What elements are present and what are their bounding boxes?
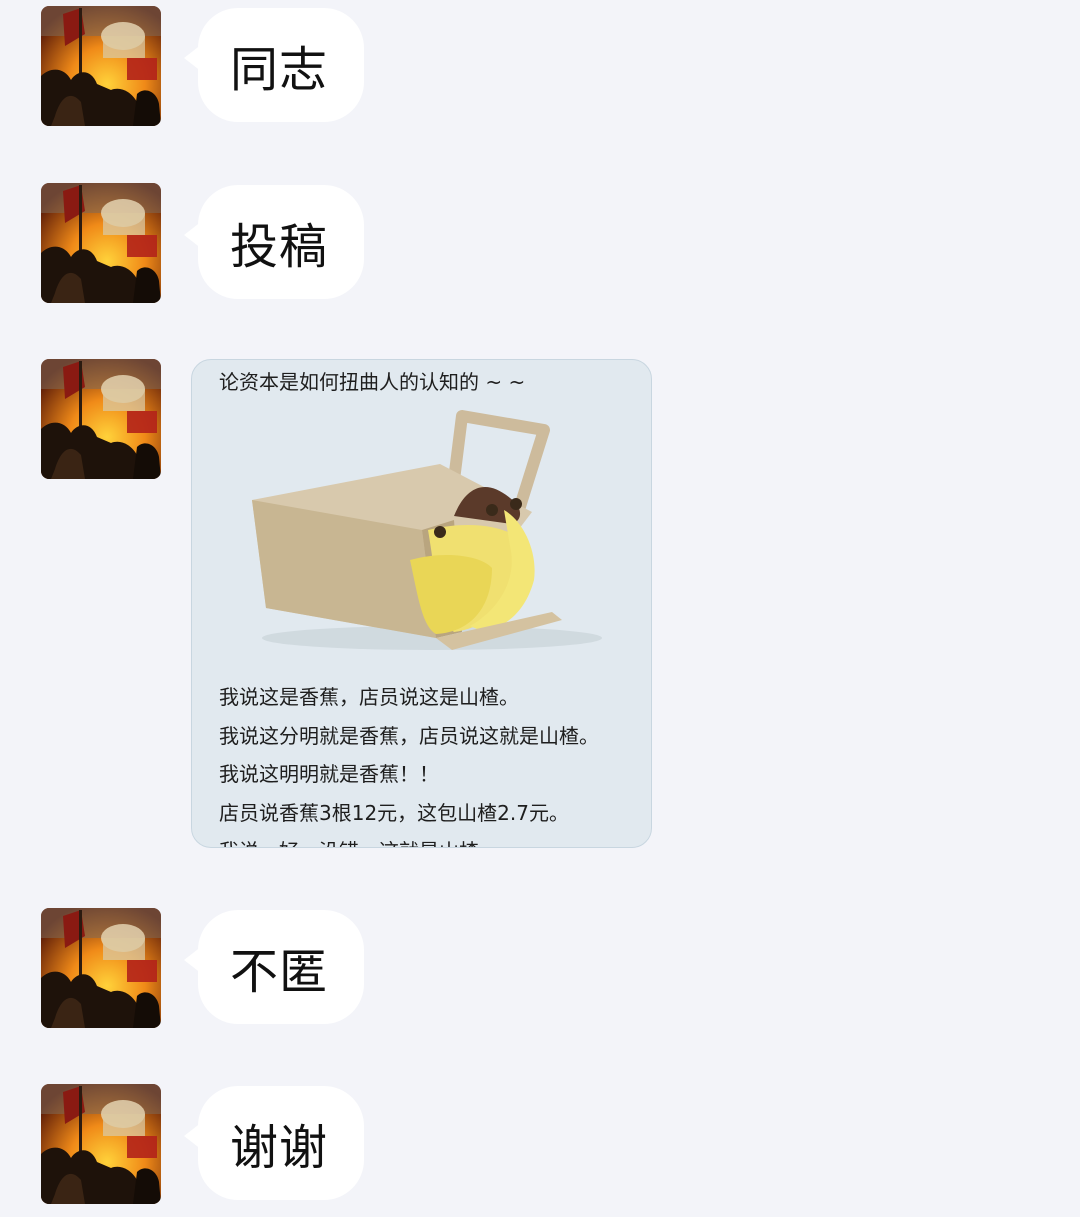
sender-avatar[interactable]	[41, 6, 161, 126]
message-bubble[interactable]: 同志	[184, 8, 364, 122]
sender-avatar[interactable]	[41, 908, 161, 1028]
message-text: 谢谢	[230, 1120, 329, 1176]
message-bubble[interactable]: 投稿	[184, 185, 364, 299]
avatar-painting-icon	[41, 183, 161, 303]
avatar-painting-icon	[41, 359, 161, 479]
banana-bag-image	[252, 410, 602, 650]
message-bubble[interactable]: 不匿	[184, 910, 364, 1024]
avatar-painting-icon	[41, 6, 161, 126]
card-line: 我说这是香蕉，店员说这是山楂。	[219, 685, 519, 709]
sender-avatar[interactable]	[41, 359, 161, 479]
card-line: 我说，好，没错，这就是山楂。	[219, 832, 639, 847]
sender-avatar[interactable]	[41, 183, 161, 303]
avatar-painting-icon	[41, 1084, 161, 1204]
card-line: 我说这明明就是香蕉！！	[219, 762, 439, 786]
message-bubble[interactable]: 谢谢	[184, 1086, 364, 1200]
avatar-painting-icon	[41, 908, 161, 1028]
card-title: 论资本是如何扭曲人的认知的 ~ ~	[219, 370, 526, 394]
message-text: 投稿	[230, 219, 329, 275]
sender-avatar[interactable]	[41, 1084, 161, 1204]
message-text: 同志	[230, 42, 329, 98]
message-text: 不匿	[230, 944, 329, 1000]
card-line: 店员说香蕉3根12元，这包山楂2.7元。	[219, 800, 569, 825]
shared-post-card[interactable]: 论资本是如何扭曲人的认知的 ~ ~ 我说这是香蕉，店员说这是山楂。 我说这分明就…	[191, 359, 652, 848]
card-line: 我说这分明就是香蕉，店员说这就是山楂。	[219, 723, 599, 748]
card-body-text: 我说这是香蕉，店员说这是山楂。 我说这分明就是香蕉，店员说这就是山楂。 我说这明…	[219, 678, 639, 847]
